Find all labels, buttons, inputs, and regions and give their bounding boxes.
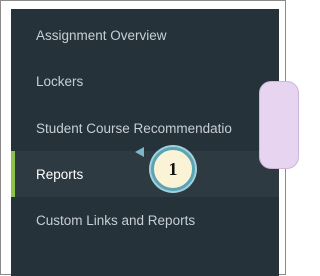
sidebar-item-label: Custom Links and Reports <box>36 212 196 228</box>
sidebar-item-student-course-recommendations[interactable]: Student Course Recommendatio <box>11 105 279 151</box>
sidebar-item-label: Reports <box>36 166 84 182</box>
sidebar-item-lockers[interactable]: Lockers <box>11 58 279 104</box>
pointer-arrow-icon <box>135 147 144 157</box>
sidebar-item-reports[interactable]: Reports <box>11 151 279 197</box>
sidebar-item-label: Student Course Recommendatio <box>36 120 232 136</box>
screenshot-frame: Assignment Overview Lockers Student Cour… <box>0 0 299 276</box>
sidebar-item-label: Lockers <box>36 73 84 89</box>
sidebar-item-custom-links-and-reports[interactable]: Custom Links and Reports <box>11 197 279 243</box>
tooltip-callout <box>259 81 299 169</box>
step-number: 1 <box>168 158 178 179</box>
sidebar-item-label: Assignment Overview <box>36 27 167 43</box>
sidebar-item-assignment-overview[interactable]: Assignment Overview <box>11 12 279 58</box>
sidebar-nav: Assignment Overview Lockers Student Cour… <box>11 9 279 276</box>
step-number-badge: 1 <box>151 147 195 191</box>
